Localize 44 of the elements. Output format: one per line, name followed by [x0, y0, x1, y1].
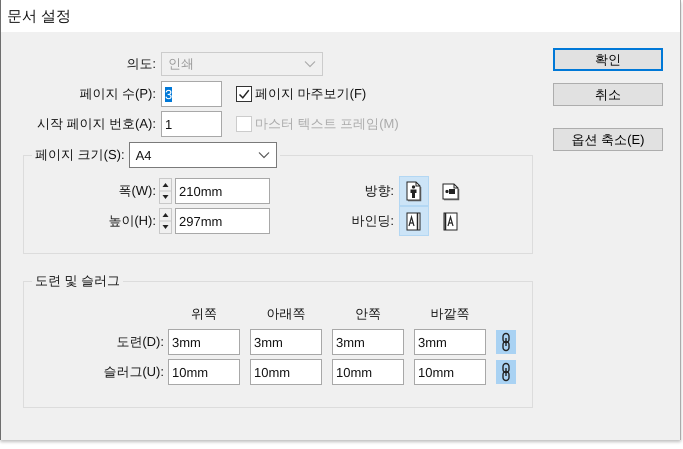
page-count-field[interactable]: 3	[161, 81, 222, 107]
dimension-field[interactable]: 297mm	[175, 208, 270, 234]
field-label: 폭(W):	[117, 182, 157, 200]
checkmark-icon	[237, 87, 251, 101]
toggle-button[interactable]	[399, 206, 429, 236]
field-label: 바인딩:	[351, 212, 395, 230]
toggle-button[interactable]	[399, 176, 429, 206]
field-label: 방향:	[364, 182, 395, 200]
column-header: 바깥쪽	[430, 305, 470, 323]
dialog-button[interactable]: 옵션 축소(E)	[553, 128, 663, 151]
spinner-icon	[159, 178, 172, 204]
margin-field[interactable]: 10mm	[168, 359, 240, 385]
dimension-field[interactable]: 210mm	[175, 178, 270, 204]
column-header: 안쪽	[354, 305, 382, 323]
column-header: 아래쪽	[266, 305, 306, 323]
column-header: 위쪽	[190, 305, 218, 323]
spinner-icon	[159, 208, 172, 234]
margin-field[interactable]: 10mm	[332, 359, 404, 385]
dialog-button[interactable]: 확인	[553, 48, 663, 71]
checkbox[interactable]: 페이지 마주보기(F)	[236, 85, 366, 103]
field-label: 높이(H):	[107, 212, 157, 230]
link-toggle[interactable]	[496, 360, 516, 384]
group-title: 도련 및 슬러그	[35, 272, 120, 290]
link-toggle[interactable]	[496, 330, 516, 354]
chain-link-icon	[501, 332, 511, 352]
margin-field[interactable]: 3mm	[168, 329, 240, 355]
field-label: 페이지 수(P):	[78, 85, 157, 103]
start-page-field[interactable]: 1	[161, 111, 222, 137]
chevron-icon	[304, 60, 316, 68]
field-label: 의도:	[125, 55, 157, 73]
window-title: 문서 설정	[7, 6, 72, 26]
margin-field[interactable]: 10mm	[250, 359, 322, 385]
field-label: 페이지 크기(S):	[35, 146, 125, 164]
margin-field[interactable]: 3mm	[414, 329, 486, 355]
field-label: 시작 페이지 번호(A):	[36, 115, 157, 133]
dialog-button[interactable]: 취소	[553, 83, 663, 106]
margin-field[interactable]: 3mm	[250, 329, 322, 355]
field-label: 슬러그(U):	[102, 363, 164, 381]
margin-field[interactable]: 10mm	[414, 359, 486, 385]
chain-link-icon	[501, 362, 511, 382]
page-size-dropdown[interactable]: A4	[128, 142, 277, 168]
chevron-icon	[258, 151, 270, 159]
field-label: 도련(D):	[115, 333, 164, 351]
margin-field[interactable]: 3mm	[332, 329, 404, 355]
